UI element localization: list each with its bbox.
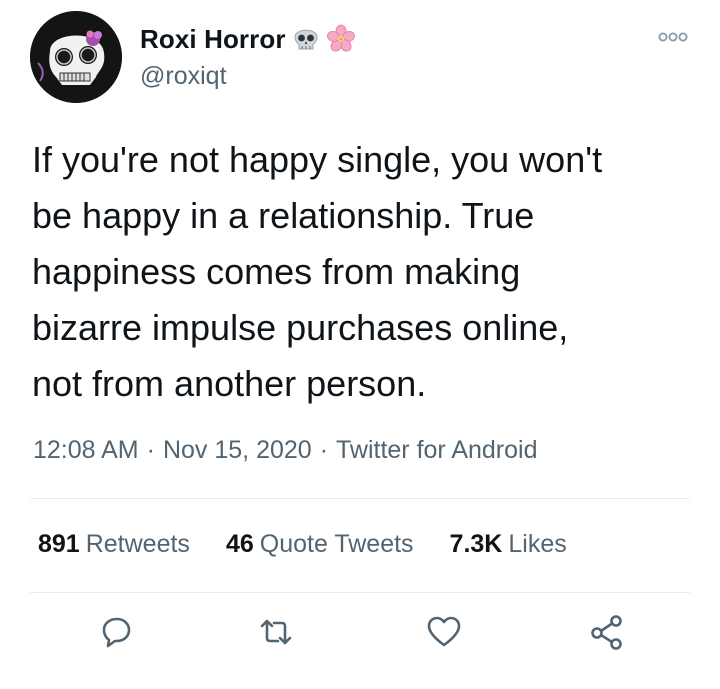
quote-tweets-label: Quote Tweets (259, 530, 414, 558)
tweet-meta: 12:08 AM · Nov 15, 2020 · Twitter for Androi… (33, 436, 538, 465)
share-icon[interactable] (588, 612, 628, 652)
quote-tweets-stat[interactable]: 46 Quote Tweets (226, 530, 414, 559)
avatar[interactable] (30, 11, 122, 103)
likes-label: Likes (508, 530, 567, 558)
meta-separator: · (319, 436, 329, 464)
likes-count: 7.3K (449, 530, 503, 558)
divider (30, 592, 690, 593)
likes-stat[interactable]: 7.3K Likes (450, 530, 567, 559)
name-row: Roxi Horror (140, 22, 356, 56)
reply-icon[interactable] (96, 612, 136, 652)
meta-separator: · (146, 436, 155, 464)
display-name[interactable]: Roxi Horror (140, 24, 286, 55)
tweet-date[interactable]: Nov 15, 2020 (163, 436, 312, 464)
tweet-source[interactable]: Twitter for Android (336, 436, 537, 464)
skull-emoji-icon (291, 24, 321, 54)
tweet-time[interactable]: 12:08 AM (33, 436, 139, 464)
retweets-count: 891 (38, 530, 80, 558)
action-bar (0, 612, 720, 662)
divider (30, 498, 690, 499)
cherry-blossom-emoji-icon (326, 24, 356, 54)
quote-tweets-count: 46 (225, 530, 254, 558)
retweets-stat[interactable]: 891 Retweets (38, 530, 190, 559)
more-options-icon[interactable] (658, 30, 688, 44)
user-handle[interactable]: @roxiqt (140, 62, 227, 91)
retweet-icon[interactable] (256, 612, 296, 652)
tweet-card: Roxi Horror @roxiqt If you're not happy … (0, 0, 720, 689)
retweets-label: Retweets (85, 530, 190, 558)
engagement-stats: 891 Retweets 46 Quote Tweets 7.3K Likes (38, 530, 603, 559)
like-icon[interactable] (424, 612, 464, 652)
tweet-text: If you're not happy single, you won't be… (32, 139, 603, 404)
skull-avatar-icon (30, 11, 122, 103)
